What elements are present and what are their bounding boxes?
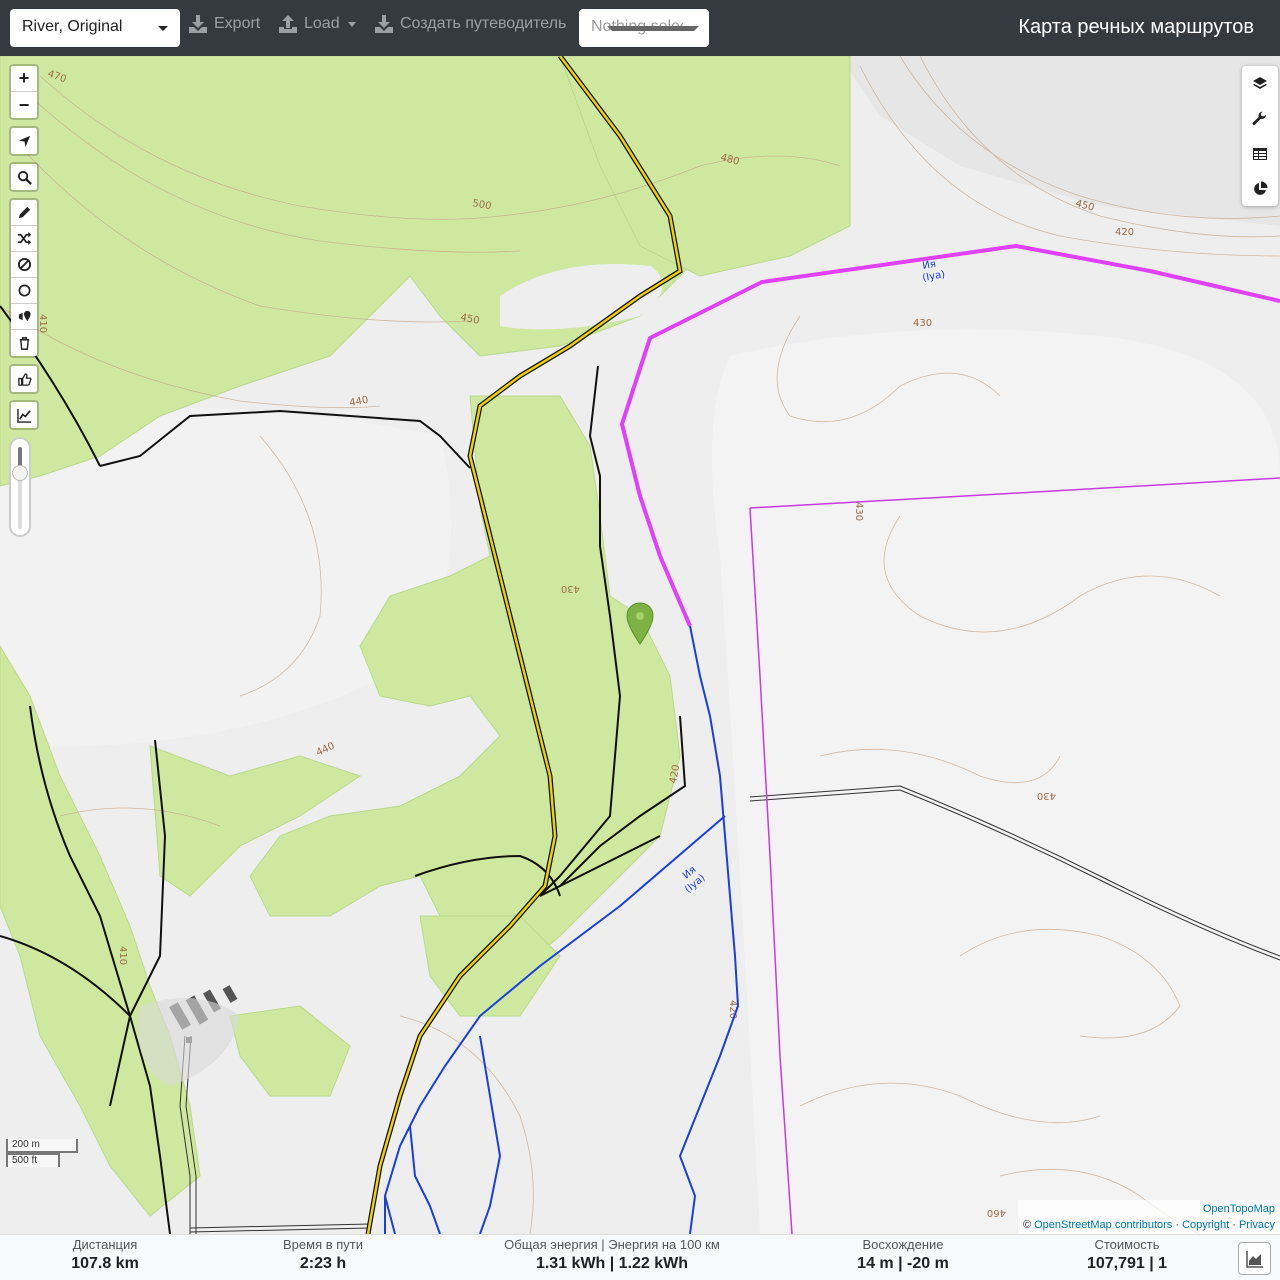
- opacity-slider[interactable]: [9, 437, 31, 537]
- create-guide-label: Создать путеводитель: [400, 15, 567, 32]
- svg-text:430: 430: [853, 502, 864, 521]
- elevation-chart-button[interactable]: [1238, 1242, 1271, 1275]
- elevation-button[interactable]: [11, 402, 37, 428]
- locate-button[interactable]: [11, 128, 37, 154]
- delete-route-button[interactable]: [11, 330, 37, 356]
- stat-ascent: Восхождение 14 m | -20 m: [838, 1237, 968, 1273]
- zoom-control: + −: [9, 64, 39, 120]
- stat-value: 2:23 h: [299, 1255, 347, 1272]
- stat-value: 14 m | -20 m: [857, 1255, 949, 1272]
- area-chart-icon: [1245, 1250, 1263, 1268]
- table-icon: [1253, 147, 1267, 160]
- opentopomap-link[interactable]: OpenTopoMap: [1203, 1203, 1275, 1215]
- download-icon: [375, 15, 393, 33]
- reverse-route-button[interactable]: [11, 226, 37, 252]
- stat-cost: Стоимость 107,791 | 1: [1062, 1237, 1192, 1273]
- circle-icon: [18, 284, 30, 297]
- load-button[interactable]: Load: [278, 14, 356, 34]
- search-icon: [17, 170, 32, 185]
- scale-metric: 200 m: [6, 1139, 78, 1153]
- slider-handle[interactable]: [12, 465, 28, 481]
- download-icon: [189, 15, 207, 33]
- search-control: [9, 162, 39, 192]
- upload-icon: [279, 15, 297, 33]
- chevron-down-icon: [347, 21, 356, 27]
- trash-icon: [19, 336, 29, 350]
- stat-energy: Общая энергия | Энергия на 100 км 1.31 k…: [482, 1237, 742, 1273]
- pencil-icon: [18, 206, 30, 219]
- zoom-in-button[interactable]: +: [11, 66, 37, 92]
- svg-text:460: 460: [987, 1207, 1006, 1218]
- profile-select-value: River, Original: [22, 18, 123, 35]
- right-control-panel: [1242, 66, 1278, 206]
- app-title: Карта речных маршрутов: [1018, 16, 1254, 38]
- no-entry-icon: [17, 257, 31, 272]
- settings-button[interactable]: [1242, 101, 1278, 136]
- load-label: Load: [304, 15, 340, 32]
- stat-value: 1.31 kWh | 1.22 kWh: [535, 1255, 689, 1272]
- poi-icon: [18, 310, 31, 322]
- locate-control: [9, 126, 39, 156]
- thumbs-up-icon: [17, 372, 32, 386]
- svg-text:410: 410: [117, 946, 128, 965]
- draw-route-button[interactable]: [11, 200, 37, 226]
- search-button[interactable]: [11, 164, 37, 190]
- privacy-link[interactable]: Privacy: [1239, 1219, 1275, 1231]
- poi-button[interactable]: [11, 304, 37, 330]
- zoom-out-button[interactable]: −: [11, 92, 37, 118]
- elevation-control: [9, 400, 39, 430]
- data-table-button[interactable]: [1242, 136, 1278, 171]
- svg-text:430: 430: [561, 583, 580, 594]
- chevron-down-icon: [158, 26, 168, 31]
- export-button[interactable]: Export: [188, 14, 260, 34]
- stat-label: Восхождение: [862, 1237, 944, 1252]
- copyright-link[interactable]: Copyright: [1182, 1219, 1229, 1231]
- svg-text:430: 430: [1037, 790, 1056, 801]
- circle-area-button[interactable]: [11, 278, 37, 304]
- map-canvas[interactable]: 470 480 500 450 440 450 420 430 430 440 …: [0, 56, 1280, 1234]
- attribution-separator: ·: [1172, 1219, 1183, 1231]
- stat-label: Стоимость: [1094, 1237, 1160, 1252]
- elevation-icon: [16, 408, 31, 423]
- locate-icon: [18, 135, 30, 147]
- profile-select[interactable]: River, Original: [10, 9, 180, 47]
- stat-label: Время в пути: [283, 1237, 363, 1252]
- chevron-down-icon: [607, 26, 699, 31]
- route-stats-bar: Дистанция 107.8 km Время в пути 2:23 h О…: [0, 1234, 1280, 1280]
- scale-imperial: 500 ft: [6, 1153, 60, 1167]
- feedback-control: [9, 364, 39, 394]
- stat-time: Время в пути 2:23 h: [258, 1237, 388, 1273]
- stat-label: Дистанция: [72, 1237, 138, 1252]
- statistics-button[interactable]: [1242, 171, 1278, 206]
- stat-value: 107.8 km: [71, 1255, 139, 1272]
- draw-toolbar: [9, 198, 39, 358]
- no-go-area-button[interactable]: [11, 252, 37, 278]
- svg-text:430: 430: [913, 318, 932, 329]
- pie-chart-icon: [1254, 181, 1268, 195]
- selection-dropdown[interactable]: Nothing selected: [579, 9, 709, 47]
- svg-text:420: 420: [1115, 227, 1134, 238]
- thumbs-up-button[interactable]: [11, 366, 37, 392]
- attribution-separator: ·: [1229, 1219, 1239, 1231]
- create-guide-button[interactable]: Создать путеводитель: [374, 14, 566, 34]
- location-marker-icon[interactable]: [626, 602, 654, 646]
- wrench-icon: [1252, 111, 1266, 125]
- shuffle-icon: [17, 231, 31, 246]
- attribution-prefix: ©: [1022, 1219, 1035, 1231]
- layers-icon: [1253, 76, 1267, 89]
- layers-button[interactable]: [1242, 66, 1278, 101]
- stat-distance: Дистанция 107.8 km: [40, 1237, 170, 1273]
- stat-value: 107,791 | 1: [1086, 1255, 1168, 1272]
- top-toolbar: River, Original Export Load Создать путе…: [0, 0, 1280, 56]
- stat-label: Общая энергия | Энергия на 100 км: [504, 1237, 720, 1252]
- osm-link[interactable]: OpenStreetMap contributors: [1034, 1219, 1172, 1231]
- map-attribution: OpenTopoMap © OpenStreetMap contributors…: [1017, 1200, 1280, 1234]
- export-label: Export: [214, 15, 261, 32]
